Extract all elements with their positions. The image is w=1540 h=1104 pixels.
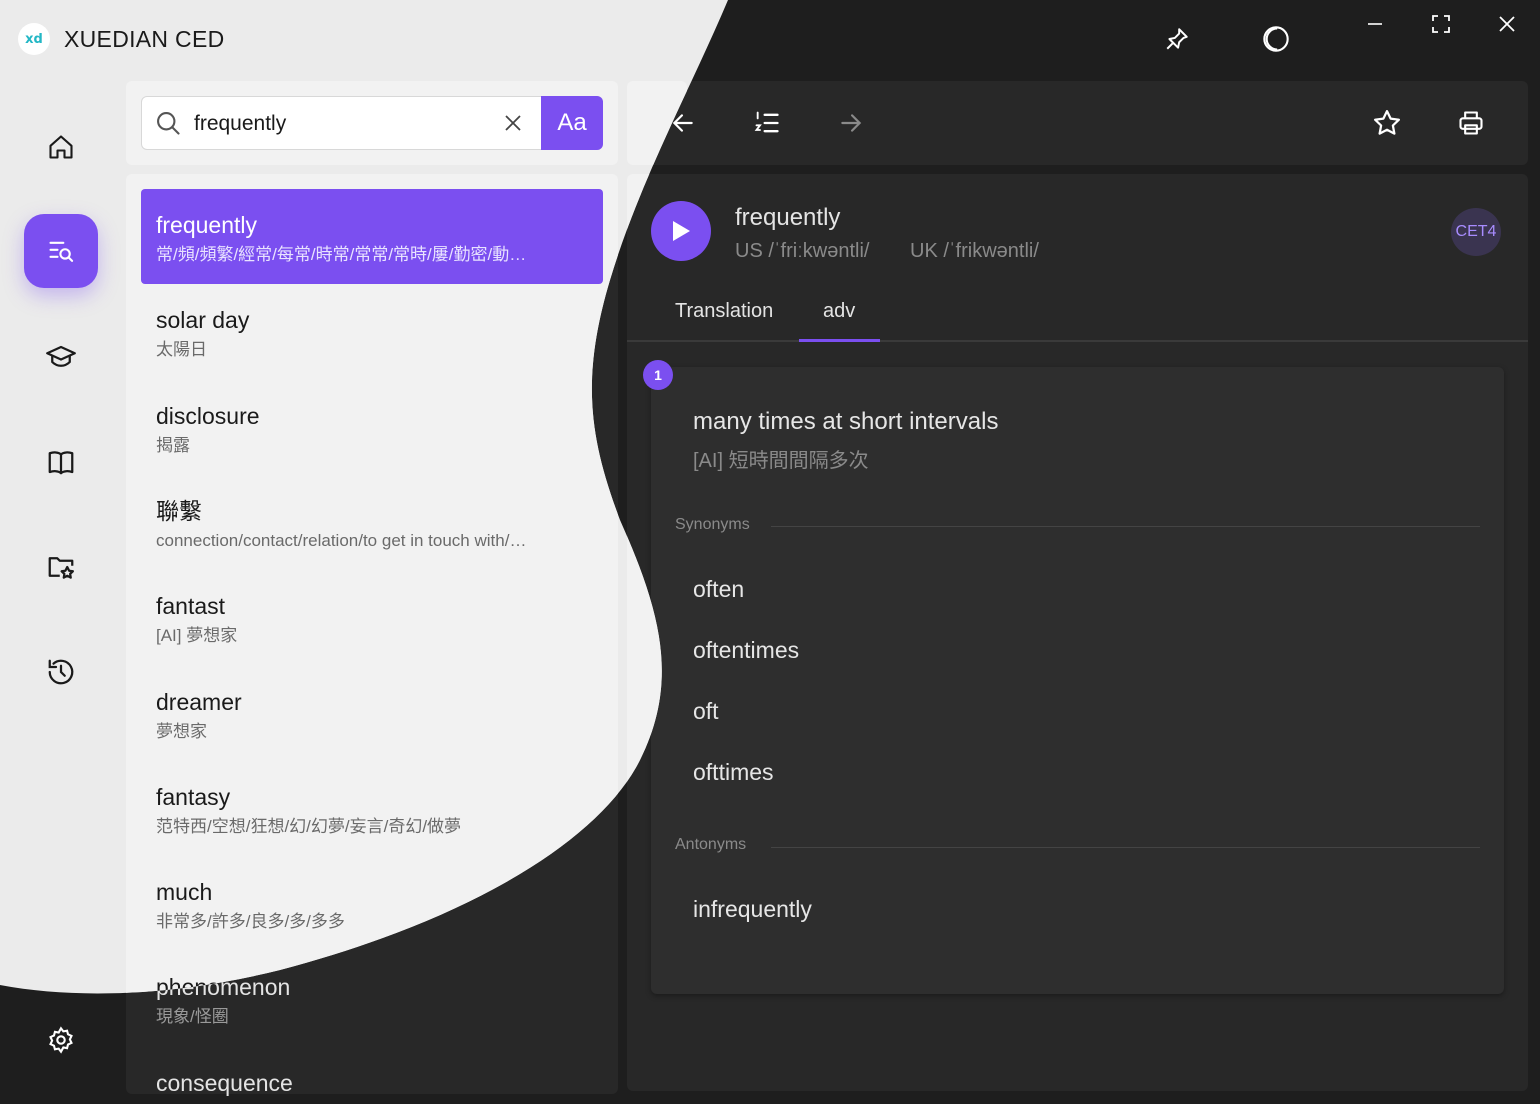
sense-translation: [AI] 短時間間隔多次 <box>693 450 869 472</box>
result-word: consequence <box>156 1069 293 1096</box>
result-word: fantast <box>156 593 226 620</box>
result-word: 聯繫 <box>156 497 202 524</box>
pin-icon[interactable] <box>1157 19 1197 59</box>
sense-definition: many times at short intervals <box>693 408 999 435</box>
nav-favorites[interactable] <box>24 530 98 604</box>
result-item[interactable]: fantast [AI] 夢想家 <box>141 570 603 665</box>
synonym-link[interactable]: oftentimes <box>693 637 799 664</box>
result-word: fantasy <box>156 783 231 810</box>
result-definition: 太陽日 <box>156 340 207 360</box>
result-definition: 范特西/空想/狂想/幻/幻夢/妄言/奇幻/做夢 <box>156 816 462 836</box>
result-item[interactable]: 聯繫 connection/contact/relation/to get in … <box>141 475 603 570</box>
result-item[interactable]: solar day 太陽日 <box>141 284 603 379</box>
us-pronunciation[interactable]: US /ˈfriːkwəntli/ <box>735 240 869 263</box>
result-item[interactable]: fantasy 范特西/空想/狂想/幻/幻夢/妄言/奇幻/做夢 <box>141 761 603 856</box>
active-tab-indicator <box>799 339 880 342</box>
antonyms-label: Antonyms <box>675 836 747 853</box>
result-definition: 常/頻/頻繁/經常/每常/時常/常常/常時/屢/勤密/動… <box>156 245 527 264</box>
result-definition: 夢想家 <box>156 721 207 741</box>
settings-button[interactable] <box>24 1003 98 1077</box>
forward-arrow-icon[interactable] <box>829 101 873 145</box>
app-title: XUEDIAN CED <box>64 26 225 52</box>
search-input[interactable]: frequently <box>141 96 603 150</box>
play-pronunciation-button[interactable] <box>651 201 711 261</box>
synonyms-divider <box>771 526 1480 527</box>
result-definition: connection/contact/relation/to get in to… <box>156 530 527 550</box>
minimize-icon[interactable] <box>1355 4 1395 44</box>
fullscreen-icon[interactable] <box>1421 4 1461 44</box>
sense-number-badge: 1 <box>643 360 673 390</box>
nav-home[interactable] <box>24 110 98 184</box>
result-definition: 現象/怪圈 <box>156 1007 229 1027</box>
result-word: solar day <box>156 307 250 334</box>
synonym-link[interactable]: ofttimes <box>693 759 774 786</box>
history-icon <box>46 657 76 687</box>
clear-search-icon[interactable] <box>504 114 522 132</box>
level-badge: CET4 <box>1451 208 1501 256</box>
synonym-link[interactable]: oft <box>693 698 719 725</box>
graduation-cap-icon <box>46 342 76 372</box>
nav-learn[interactable] <box>24 320 98 394</box>
entry-headword: frequently <box>735 204 841 231</box>
gear-icon <box>49 1026 73 1054</box>
antonym-link[interactable]: infrequently <box>693 896 812 923</box>
search-value[interactable]: frequently <box>194 112 286 136</box>
result-word: dreamer <box>156 688 242 715</box>
folder-star-icon <box>46 552 76 582</box>
nav-history[interactable] <box>24 635 98 709</box>
home-icon <box>47 133 75 161</box>
uk-pronunciation[interactable]: UK /ˈfrikwəntli/ <box>910 240 1039 263</box>
book-icon <box>46 447 76 477</box>
tab-divider <box>627 340 1528 342</box>
antonyms-divider <box>771 847 1480 848</box>
tab-translation[interactable]: Translation <box>675 300 773 323</box>
dictionary-search-icon <box>47 237 75 265</box>
result-word: disclosure <box>156 402 260 429</box>
close-icon[interactable] <box>1487 4 1527 44</box>
nav-dictionary[interactable] <box>24 214 98 288</box>
ordered-list-icon[interactable] <box>745 101 789 145</box>
tab-adv[interactable]: adv <box>823 300 855 323</box>
nav-wordbook[interactable] <box>24 425 98 499</box>
match-case-icon: Aa <box>557 109 587 136</box>
app-logo: xd <box>18 23 50 55</box>
search-icon <box>154 109 182 137</box>
result-item[interactable]: disclosure 揭露 <box>141 380 603 475</box>
match-case-button[interactable]: Aa <box>541 96 603 150</box>
star-icon[interactable] <box>1365 101 1409 145</box>
synonyms-label: Synonyms <box>675 516 750 533</box>
result-item[interactable]: dreamer 夢想家 <box>141 666 603 761</box>
theme-toggle-icon[interactable] <box>1256 19 1296 59</box>
play-icon <box>673 221 690 241</box>
result-definition: 揭露 <box>156 435 190 455</box>
synonym-link[interactable]: often <box>693 576 744 603</box>
result-item[interactable]: consequence <box>141 1047 603 1104</box>
result-word: frequently <box>156 212 258 238</box>
printer-icon[interactable] <box>1449 101 1493 145</box>
result-item[interactable]: frequently 常/頻/頻繁/經常/每常/時常/常常/常時/屢/勤密/動… <box>141 189 603 284</box>
result-definition: [AI] 夢想家 <box>156 626 238 646</box>
